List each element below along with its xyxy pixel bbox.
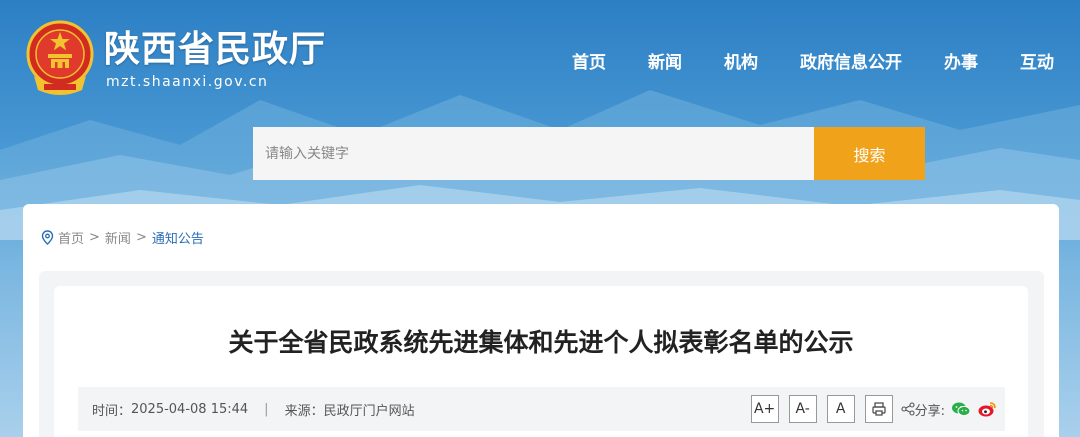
article-card: 关于全省民政系统先进集体和先进个人拟表彰名单的公示 时间： 2025-04-08… (54, 286, 1028, 437)
article-title: 关于全省民政系统先进集体和先进个人拟表彰名单的公示 (228, 328, 854, 357)
emblem-icon[interactable] (24, 18, 96, 96)
nav-item-services[interactable]: 办事 (944, 48, 978, 73)
article-tools: A+ A- A 分享: (741, 395, 997, 423)
breadcrumb-news[interactable]: 新闻 (105, 228, 131, 247)
meta-divider: | (264, 401, 269, 417)
source-value: 民政厅门户网站 (323, 403, 415, 419)
content-panel: 首页 > 新闻 > 通知公告 关于全省民政系统先进集体和先进个人拟表彰名单的公示… (23, 204, 1059, 437)
location-pin-icon (41, 230, 54, 245)
search-input[interactable] (253, 127, 814, 180)
font-decrease-button[interactable]: A- (788, 395, 817, 423)
search-button[interactable]: 搜索 (814, 127, 925, 180)
breadcrumb-home[interactable]: 首页 (58, 228, 84, 247)
site-domain: mzt.shaanxi.gov.cn (106, 74, 269, 90)
nav-item-news[interactable]: 新闻 (648, 48, 682, 73)
share-label: 分享: (914, 403, 945, 419)
breadcrumb-separator: > (89, 230, 100, 245)
breadcrumb-notices[interactable]: 通知公告 (152, 228, 204, 247)
site-title[interactable]: 陕西省民政厅 (104, 20, 326, 72)
print-button[interactable] (864, 395, 893, 423)
share-group: 分享: (901, 400, 945, 419)
nav-item-organization[interactable]: 机构 (724, 48, 758, 73)
breadcrumb: 首页 > 新闻 > 通知公告 (41, 228, 204, 247)
nav-item-home[interactable]: 首页 (572, 48, 606, 73)
time-label: 时间： (92, 403, 132, 419)
print-icon (872, 402, 886, 416)
time-value: 2025-04-08 15:44 (131, 401, 249, 417)
font-reset-button[interactable]: A (826, 395, 855, 423)
nav-item-interaction[interactable]: 互动 (1020, 48, 1054, 73)
main-nav: 首页 新闻 机构 政府信息公开 办事 互动 (530, 48, 1054, 73)
article-meta-bar: 时间： 2025-04-08 15:44 | 来源： 民政厅门户网站 A+ A-… (78, 387, 1005, 431)
share-icon (901, 402, 915, 416)
weibo-icon[interactable] (977, 399, 997, 419)
font-increase-button[interactable]: A+ (750, 395, 779, 423)
wechat-icon[interactable] (951, 399, 971, 419)
breadcrumb-separator: > (135, 230, 147, 245)
source-label: 来源： (284, 403, 324, 419)
nav-item-gov-info[interactable]: 政府信息公开 (800, 48, 902, 73)
